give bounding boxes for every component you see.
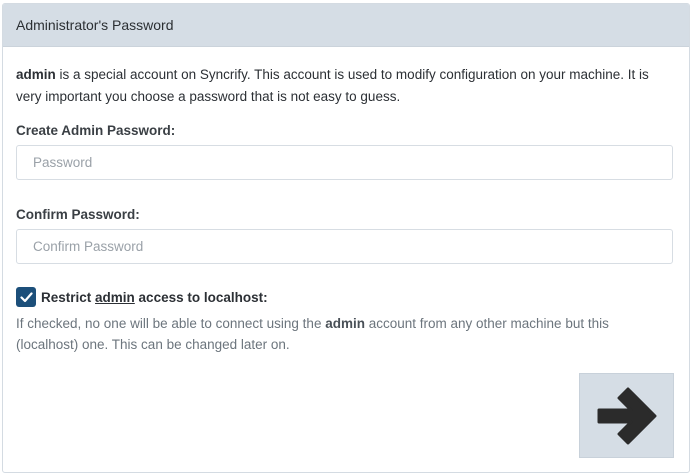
intro-bold: admin <box>16 67 56 82</box>
help-prefix: If checked, no one will be able to conne… <box>16 316 326 331</box>
next-button[interactable] <box>579 373 674 458</box>
card-header: Administrator's Password <box>3 4 689 47</box>
password-input[interactable] <box>16 145 673 180</box>
help-bold: admin <box>325 316 365 331</box>
intro-rest: is a special account on Syncrify. This a… <box>16 67 649 104</box>
arrow-right-icon <box>597 387 656 444</box>
restrict-label-admin: admin <box>95 289 135 305</box>
restrict-label-prefix: Restrict <box>41 289 96 305</box>
restrict-localhost-label[interactable]: Restrict admin access to localhost: <box>41 290 268 305</box>
confirm-password-label: Confirm Password: <box>16 207 140 222</box>
password-label: Create Admin Password: <box>16 123 176 138</box>
admin-password-card: Administrator's Password admin is a spec… <box>2 3 690 473</box>
restrict-localhost-checkbox[interactable] <box>16 287 36 307</box>
intro-text: admin is a special account on Syncrify. … <box>16 64 666 108</box>
restrict-help-text: If checked, no one will be able to conne… <box>16 313 671 355</box>
restrict-label-suffix: access to localhost: <box>134 289 268 305</box>
card-body: admin is a special account on Syncrify. … <box>3 47 689 355</box>
restrict-row: Restrict admin access to localhost: <box>16 286 676 308</box>
card-title: Administrator's Password <box>16 17 174 33</box>
check-icon <box>19 291 33 302</box>
confirm-password-input[interactable] <box>16 229 673 264</box>
